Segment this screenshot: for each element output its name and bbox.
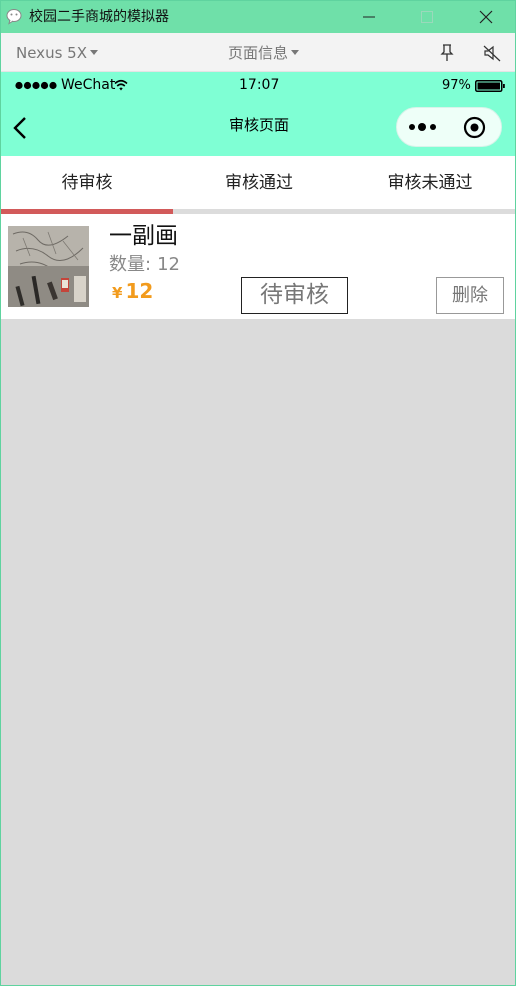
capsule-menu	[396, 107, 502, 147]
battery-icon	[475, 80, 505, 92]
wechat-icon	[6, 9, 22, 25]
close-window-button[interactable]	[461, 1, 507, 33]
navigation-bar: 审核页面	[1, 99, 515, 156]
simulator-window: 校园二手商城的模拟器 Nexus 5X 页面信息 WeChat 17:07 97…	[0, 0, 516, 986]
delete-button[interactable]: 删除	[436, 277, 504, 314]
maximize-icon	[421, 11, 433, 23]
wifi-icon	[114, 79, 128, 91]
tab-pending[interactable]: 待审核	[1, 156, 173, 209]
price-currency: ¥	[112, 284, 123, 302]
quantity-label: 数量:	[109, 254, 152, 275]
window-titlebar: 校园二手商城的模拟器	[1, 1, 515, 33]
status-badge: 待审核	[241, 277, 348, 314]
minimize-icon	[363, 16, 375, 18]
price-value: 12	[125, 279, 154, 303]
item-price: ¥12	[112, 279, 153, 305]
list-item: 一副画 数量: 12 ¥12 待审核 删除	[1, 214, 515, 319]
carrier-name: WeChat	[61, 77, 116, 93]
more-dots-icon[interactable]	[408, 122, 438, 132]
item-name: 一副画	[109, 223, 178, 249]
device-select-label: Nexus 5X	[16, 44, 87, 62]
review-tabs: 待审核 审核通过 审核未通过	[1, 156, 515, 214]
device-select[interactable]: Nexus 5X	[16, 44, 98, 62]
status-time: 17:07	[239, 77, 280, 93]
item-quantity: 数量: 12	[109, 254, 180, 276]
caret-down-icon	[89, 50, 98, 55]
quantity-value: 12	[157, 254, 180, 275]
minimize-button[interactable]	[346, 1, 392, 33]
tab-rejected[interactable]: 审核未通过	[345, 156, 515, 209]
battery-percentage: 97%	[442, 78, 471, 93]
page-info-select[interactable]: 页面信息	[228, 44, 300, 62]
close-icon	[479, 10, 493, 24]
speaker-mute-icon[interactable]	[482, 43, 502, 63]
item-thumbnail-image[interactable]	[8, 226, 89, 307]
maximize-button[interactable]	[403, 1, 449, 33]
signal-strength-icon	[15, 81, 57, 90]
pin-icon[interactable]	[438, 43, 456, 63]
phone-status-bar: WeChat 17:07 97%	[1, 72, 515, 99]
tab-approved[interactable]: 审核通过	[173, 156, 345, 209]
caret-down-icon	[291, 50, 300, 55]
window-title: 校园二手商城的模拟器	[29, 9, 169, 25]
simulator-toolbar: Nexus 5X 页面信息	[1, 33, 515, 72]
page-info-label: 页面信息	[228, 44, 289, 62]
target-close-icon[interactable]	[463, 116, 486, 139]
